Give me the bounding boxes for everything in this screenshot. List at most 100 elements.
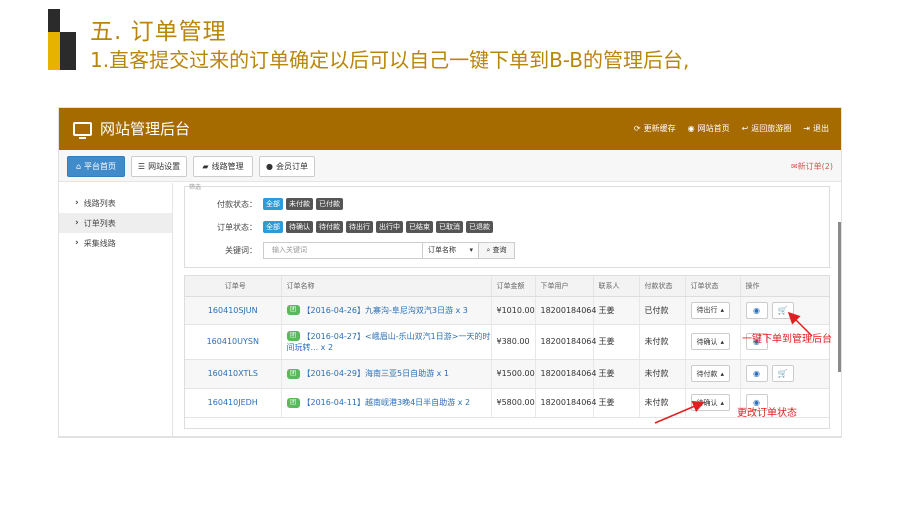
caret-down-icon: ▾: [469, 246, 473, 254]
scrollbar[interactable]: [838, 222, 841, 372]
status-filter-pending-confirm[interactable]: 待确认: [286, 221, 313, 233]
tab-route-management[interactable]: ▰ 线路管理: [193, 156, 253, 177]
order-status-cell: 待付款 ▴: [685, 359, 741, 389]
order-name-link[interactable]: 【2016-04-27】<峨眉山-乐山双汽1日游>一天的时间玩转... x 2: [287, 332, 491, 352]
nav-bar: ⌂ 平台首页 ☰ 网站设置 ▰ 线路管理 ● 会员订单 ✉新订单(2): [59, 150, 841, 182]
keyword-input[interactable]: 输入关键词: [263, 241, 423, 259]
user-cell: 18200184064: [535, 388, 597, 418]
status-filter-pending-pay[interactable]: 待付款: [316, 221, 343, 233]
column-header: 付款状态: [639, 276, 686, 297]
list-icon: ☰: [137, 162, 146, 171]
chevron-right-icon: ›: [75, 218, 79, 228]
sidebar-item-route-list[interactable]: › 线路列表: [59, 193, 172, 213]
user-icon: ●: [266, 162, 273, 171]
pay-filter-all[interactable]: 全部: [263, 198, 283, 210]
monitor-icon: [73, 121, 92, 139]
tab-site-settings[interactable]: ☰ 网站设置: [131, 156, 187, 177]
amount-cell: ¥1010.00: [491, 296, 536, 325]
status-filter-finished[interactable]: 已结束: [406, 221, 433, 233]
caret-up-icon: ▴: [720, 398, 725, 407]
table-header: 订单号 订单名称 订单金额 下单用户 联系人 付款状态 订单状态 操作: [185, 276, 829, 297]
pay-filter-unpaid[interactable]: 未付款: [286, 198, 313, 210]
column-header: 订单状态: [685, 276, 741, 297]
site-home-link[interactable]: ◉ 网站首页: [688, 123, 730, 134]
view-button[interactable]: ◉: [745, 365, 768, 382]
cart-icon: 🛒: [777, 305, 788, 315]
order-name-link[interactable]: 【2016-04-29】海南三亚5日自助游 x 1: [303, 369, 450, 378]
amount-cell: ¥1500.00: [491, 359, 536, 389]
logout-link[interactable]: ⇥ 退出: [803, 123, 829, 134]
cart-icon: 🛒: [777, 369, 788, 378]
status-filter-cancelled[interactable]: 已取消: [436, 221, 463, 233]
divider: [58, 437, 842, 438]
sidebar-item-collect-routes[interactable]: › 采集线路: [59, 233, 172, 253]
globe-icon: ◉: [687, 124, 695, 133]
keyword-label: 关键词：: [225, 245, 257, 255]
chevron-right-icon: ›: [75, 198, 79, 208]
order-name-cell: 团【2016-04-26】九寨沟-阜尼沟双汽3日游 x 3: [281, 296, 492, 325]
caret-up-icon: ▴: [720, 306, 725, 314]
filter-heading: 筛选: [189, 184, 202, 191]
pay-status-label: 付款状态：: [217, 199, 257, 209]
keyword-field-select[interactable]: 订单名称 ▾: [423, 241, 479, 259]
order-number-link[interactable]: 160410XTLS: [185, 359, 282, 389]
contact-cell: 王姜: [593, 324, 640, 360]
status-filter-all[interactable]: 全部: [263, 221, 283, 233]
order-status-label: 订单状态：: [217, 222, 257, 232]
chevron-right-icon: ›: [75, 238, 79, 248]
order-name-link[interactable]: 【2016-04-26】九寨沟-阜尼沟双汽3日游 x 3: [303, 306, 468, 315]
app-title: 网站管理后台: [100, 120, 191, 138]
table-row: 160410UYSN 团【2016-04-27】<峨眉山-乐山双汽1日游>一天的…: [185, 324, 829, 360]
status-filter-refunded[interactable]: 已退款: [466, 221, 493, 233]
view-button[interactable]: ◉: [745, 301, 768, 319]
status-filter-traveling[interactable]: 出行中: [376, 221, 403, 233]
group-badge: 团: [286, 397, 300, 408]
status-dropdown[interactable]: 待确认 ▴: [690, 333, 731, 350]
table-row: 160410SJUN 团【2016-04-26】九寨沟-阜尼沟双汽3日游 x 3…: [185, 296, 829, 325]
back-icon: ↩: [741, 124, 749, 133]
order-name-cell: 团【2016-04-29】海南三亚5日自助游 x 1: [281, 359, 492, 389]
order-number-link[interactable]: 160410SJUN: [185, 296, 282, 325]
decor-block: [48, 9, 60, 32]
tab-platform-home[interactable]: ⌂ 平台首页: [67, 156, 125, 177]
pay-filter-paid[interactable]: 已付款: [316, 198, 343, 210]
slide-subtitle: 1.直客提交过来的订单确定以后可以自己一键下单到B-B的管理后台,: [90, 48, 690, 72]
app-brand[interactable]: 网站管理后台: [73, 118, 190, 139]
new-order-link[interactable]: ✉新订单(2): [791, 161, 833, 172]
annotation-one-click-order: 一键下单到管理后台: [742, 334, 832, 345]
decor-block: [60, 32, 76, 70]
refresh-cache-link[interactable]: ⟳ 更新缓存: [634, 123, 676, 134]
decor-block: [48, 32, 60, 70]
orders-table: 订单号 订单名称 订单金额 下单用户 联系人 付款状态 订单状态 操作 1604…: [184, 275, 830, 429]
keyword-row: 关键词： 输入关键词 订单名称 ▾ ⌕ 查询: [185, 241, 515, 259]
order-number-link[interactable]: 160410JEDH: [185, 388, 282, 418]
admin-window: 网站管理后台 ⟳ 更新缓存 ◉ 网站首页 ↩ 返回旅游圈 ⇥ 退出 ⌂ 平台首页 ☰ 网站设…: [58, 107, 842, 437]
group-badge: 团: [286, 331, 300, 341]
search-button[interactable]: ⌕ 查询: [479, 241, 515, 259]
sidebar-item-order-list[interactable]: › 订单列表: [59, 213, 172, 233]
order-status-row: 订单状态： 全部 待确认 待付款 待出行 出行中 已结束 已取消 已退款: [185, 218, 496, 236]
table-row: 160410XTLS 团【2016-04-29】海南三亚5日自助游 x 1 ¥1…: [185, 359, 829, 389]
contact-cell: 王姜: [593, 388, 640, 418]
caret-up-icon: ▴: [720, 369, 725, 378]
group-badge: 团: [286, 368, 300, 379]
place-order-button[interactable]: 🛒: [771, 301, 794, 319]
sidebar: › 线路列表 › 订单列表 › 采集线路: [59, 183, 173, 436]
status-dropdown[interactable]: 待付款 ▴: [690, 365, 731, 382]
amount-cell: ¥5800.00: [491, 388, 536, 418]
folder-icon: ▰: [202, 162, 209, 171]
top-bar: 网站管理后台 ⟳ 更新缓存 ◉ 网站首页 ↩ 返回旅游圈 ⇥ 退出: [59, 108, 841, 150]
order-number-link[interactable]: 160410UYSN: [185, 324, 282, 360]
tab-member-orders[interactable]: ● 会员订单: [259, 156, 315, 177]
slide: 五. 订单管理 1.直客提交过来的订单确定以后可以自己一键下单到B-B的管理后台…: [0, 0, 900, 506]
annotation-change-status: 更改订单状态: [737, 408, 797, 419]
status-dropdown[interactable]: 待出行 ▴: [690, 301, 731, 319]
caret-up-icon: ▴: [720, 337, 725, 346]
order-status-cell: 待确认 ▴: [685, 324, 741, 360]
status-dropdown[interactable]: 待确认 ▴: [690, 394, 731, 411]
order-name-link[interactable]: 【2016-04-11】越南岘港3晚4日半自助游 x 2: [303, 398, 471, 407]
place-order-button[interactable]: 🛒: [771, 365, 794, 382]
status-filter-pending-travel[interactable]: 待出行: [346, 221, 373, 233]
back-to-circle-link[interactable]: ↩ 返回旅游圈: [742, 123, 792, 134]
order-status-cell: 待确认 ▴: [685, 388, 741, 418]
